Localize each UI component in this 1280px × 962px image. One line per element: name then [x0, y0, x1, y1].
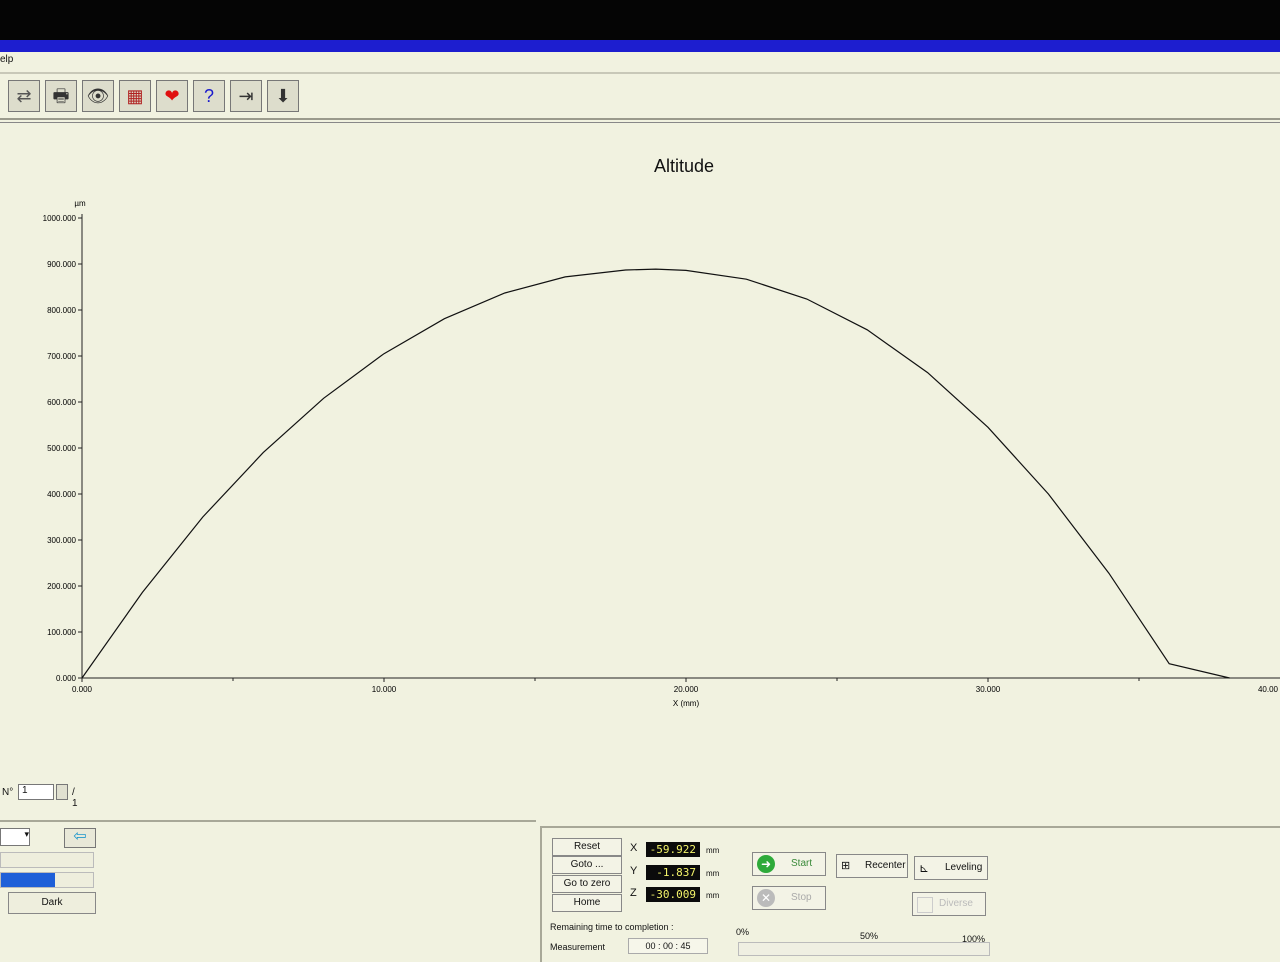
status-field	[0, 852, 94, 868]
recenter-button[interactable]: ⊞ Recenter	[836, 854, 908, 878]
export-icon: ⇄	[16, 86, 32, 106]
progress-50-label: 50%	[860, 931, 879, 941]
disabled-action-button[interactable]: Diverse	[912, 892, 986, 916]
print-icon: 🖶	[52, 86, 70, 106]
arrow-left-icon: ⇦	[73, 828, 87, 845]
measure-button[interactable]: ▦	[119, 80, 151, 112]
y-tick-label: 400.000	[47, 490, 76, 499]
view-button[interactable]: 👁	[82, 80, 114, 112]
progress-0-label: 0%	[736, 927, 750, 937]
start-button[interactable]: ➜ Start	[752, 852, 826, 876]
go-to-zero-button[interactable]: Go to zero	[552, 875, 622, 893]
mode-dropdown[interactable]: ▾	[0, 828, 30, 846]
back-arrow-button[interactable]: ⇦	[64, 828, 96, 848]
x-tick-label: 0.000	[72, 685, 93, 694]
altitude-series-line	[81, 268, 1230, 679]
measurement-progress-bar	[738, 942, 990, 956]
recenter-label: Recenter	[865, 860, 906, 871]
home-button[interactable]: Home	[552, 894, 622, 912]
y-tick-label: 900.000	[47, 260, 76, 269]
menu-bar[interactable]: elp	[0, 52, 1280, 68]
help-icon: ?	[203, 86, 214, 106]
reset-button[interactable]: Reset	[552, 838, 622, 856]
view-icon: 👁	[86, 86, 110, 106]
y-tick-label: 100.000	[47, 628, 76, 637]
install-icon: ⬇	[275, 86, 291, 106]
profile-number-label: N°	[2, 787, 14, 798]
y-tick-label: 0.000	[56, 674, 77, 683]
measurement-label: Measurement	[550, 942, 606, 952]
z-unit: mm	[706, 891, 720, 900]
y-tick-label: 300.000	[47, 536, 76, 545]
heart-icon: ❤	[164, 86, 180, 106]
y-tick-label: 600.000	[47, 398, 76, 407]
y-tick-label: 700.000	[47, 352, 76, 361]
x-position-readout: -59.922	[646, 842, 700, 857]
disabled-checkbox-icon	[917, 897, 933, 913]
start-label: Start	[791, 858, 813, 869]
z-axis-label: Z	[630, 887, 637, 899]
x-tick-label: 20.000	[674, 685, 699, 694]
heart-button[interactable]: ❤	[156, 80, 188, 112]
exit-button[interactable]: ⇥	[230, 80, 262, 112]
help-button[interactable]: ?	[193, 80, 225, 112]
y-axis-unit-label: µm	[74, 199, 86, 208]
altitude-chart: µm 0.000 100.000 200.000 300.000 400.000 500.0…	[43, 199, 1280, 708]
x-axis-label: X (mm)	[673, 699, 700, 708]
x-axis-label: X	[630, 842, 638, 854]
leveling-label: Leveling	[945, 862, 983, 873]
y-tick-label: 1000.000	[43, 214, 77, 223]
x-tick-label: 40.00	[1258, 685, 1279, 694]
intensity-bar-fill	[1, 873, 55, 887]
leveling-button[interactable]: ⊾ Leveling	[914, 856, 988, 880]
leveling-icon: ⊾	[919, 861, 930, 875]
profile-number-input[interactable]: 1	[18, 784, 54, 800]
profile-number-spinner[interactable]	[56, 784, 68, 800]
z-position-readout: -30.009	[646, 887, 700, 902]
chevron-down-icon: ▾	[24, 829, 29, 839]
y-position-readout: -1.837	[646, 865, 700, 880]
remaining-time-label: Remaining time to completion :	[550, 922, 674, 932]
disabled-action-label: Diverse	[939, 898, 973, 909]
print-button[interactable]: 🖶	[45, 80, 77, 112]
x-tick-label: 30.000	[976, 685, 1001, 694]
toolbar: ⇄ 🖶 👁 ▦ ❤? ⇥ ⬇	[0, 72, 1280, 120]
stop-button[interactable]: ✕ Stop	[752, 886, 826, 910]
goto-button[interactable]: Goto ...	[552, 856, 622, 874]
exit-icon: ⇥	[238, 86, 254, 106]
install-button[interactable]: ⬇	[267, 80, 299, 112]
y-tick-label: 800.000	[47, 306, 76, 315]
dark-button[interactable]: Dark	[8, 892, 96, 914]
menu-help[interactable]: elp	[0, 54, 13, 65]
profile-total: / 1	[72, 787, 78, 809]
y-unit: mm	[706, 869, 720, 878]
stage-control-panel: Reset Goto ... Go to zero Home X -59.922…	[540, 826, 1280, 962]
left-panel: ▾ ⇦ Dark	[0, 820, 536, 962]
export-button[interactable]: ⇄	[8, 80, 40, 112]
y-tick-label: 500.000	[47, 444, 76, 453]
stop-label: Stop	[791, 892, 812, 903]
remaining-time-value: 00 : 00 : 45	[628, 938, 708, 954]
stop-icon: ✕	[757, 889, 775, 907]
start-arrow-icon: ➜	[757, 855, 775, 873]
chart-title: Altitude	[653, 156, 715, 176]
x-tick-label: 10.000	[372, 685, 397, 694]
intensity-bar	[0, 872, 94, 888]
y-tick-label: 200.000	[47, 582, 76, 591]
measure-icon: ▦	[126, 86, 144, 106]
x-unit: mm	[706, 846, 720, 855]
y-axis-label: Y	[630, 865, 638, 877]
window-title-bar	[0, 40, 1280, 52]
recenter-icon: ⊞	[841, 860, 851, 872]
